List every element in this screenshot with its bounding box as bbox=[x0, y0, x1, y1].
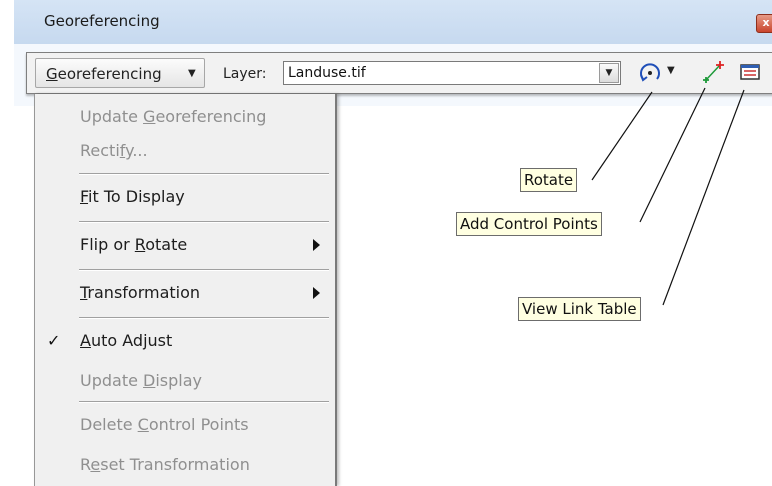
callout-leader-lines bbox=[591, 87, 745, 306]
rotate-callout: Rotate bbox=[520, 168, 578, 192]
rotate-leader-line bbox=[591, 91, 653, 181]
add-control-points-callout: Add Control Points bbox=[456, 212, 602, 236]
rotate-callout-label: Rotate bbox=[524, 171, 574, 189]
view-link-table-callout-label: View Link Table bbox=[522, 300, 637, 318]
add-control-points-callout-label: Add Control Points bbox=[460, 215, 598, 233]
view-link-table-leader-line bbox=[662, 89, 745, 306]
add-control-points-leader-line bbox=[639, 87, 706, 223]
view-link-table-callout: View Link Table bbox=[518, 297, 641, 321]
